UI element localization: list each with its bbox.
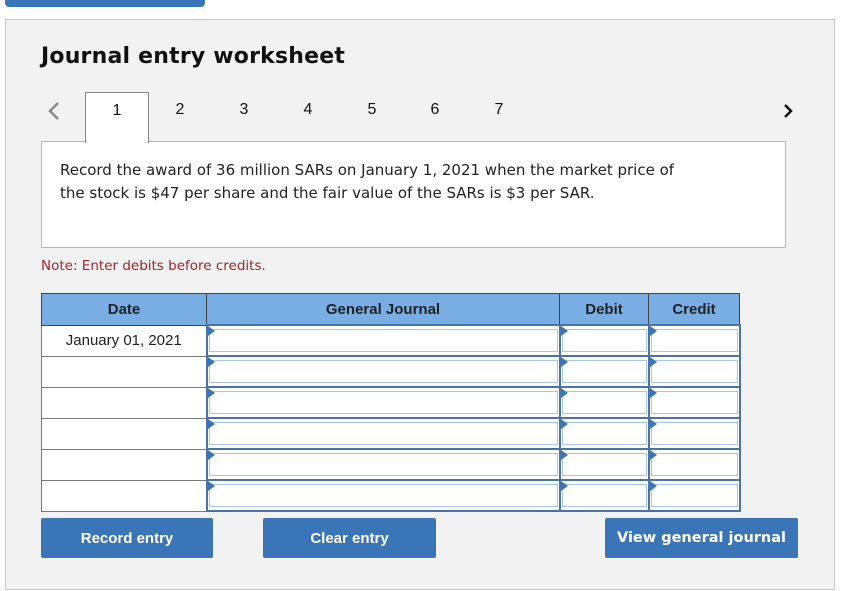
debit-input[interactable]	[561, 422, 647, 445]
account-cell	[205, 355, 561, 388]
credit-input[interactable]	[650, 329, 738, 352]
debit-input[interactable]	[561, 329, 647, 352]
tab-label: 5	[367, 101, 377, 118]
tab-label: 2	[175, 101, 185, 118]
clear-entry-button[interactable]: Clear entry	[263, 518, 436, 558]
journal-entry-table: Date General Journal Debit Credit Januar…	[41, 293, 741, 512]
table-row	[41, 355, 741, 388]
debit-cell	[558, 479, 650, 512]
tab-7[interactable]: 7	[468, 92, 530, 142]
question-prompt-box: Record the award of 36 million SARs on J…	[41, 141, 786, 248]
account-input[interactable]	[208, 422, 558, 445]
column-header-debit: Debit	[559, 293, 649, 326]
table-row	[41, 386, 741, 419]
tab-label: 7	[494, 101, 504, 118]
previous-step-button[interactable]	[44, 97, 64, 125]
table-row: January 01, 2021	[41, 324, 741, 357]
account-input[interactable]	[208, 391, 558, 414]
view-general-journal-button[interactable]: View general journal	[605, 518, 798, 558]
account-cell	[205, 324, 561, 357]
note-text: Note: Enter debits before credits.	[41, 258, 266, 274]
debit-cell	[558, 417, 650, 450]
tab-5[interactable]: 5	[341, 92, 403, 142]
tab-1[interactable]: 1	[85, 92, 149, 143]
account-cell	[205, 479, 561, 512]
debit-input[interactable]	[561, 484, 647, 507]
top-accent-bar	[5, 0, 205, 7]
tab-4[interactable]: 4	[277, 92, 339, 142]
account-cell	[205, 448, 561, 481]
credit-input[interactable]	[650, 360, 738, 383]
account-input[interactable]	[208, 484, 558, 507]
credit-cell	[647, 355, 741, 388]
date-cell: January 01, 2021	[41, 324, 207, 357]
chevron-left-icon	[48, 102, 59, 120]
credit-cell	[647, 479, 741, 512]
debit-input[interactable]	[561, 360, 647, 383]
debit-cell	[558, 355, 650, 388]
table-row	[41, 479, 741, 512]
debit-cell	[558, 448, 650, 481]
tab-label: 3	[239, 101, 249, 118]
account-input[interactable]	[208, 329, 558, 352]
date-cell	[41, 386, 207, 419]
tab-label: 1	[112, 102, 122, 119]
credit-input[interactable]	[650, 422, 738, 445]
debit-input[interactable]	[561, 391, 647, 414]
tab-3[interactable]: 3	[213, 92, 275, 142]
account-cell	[205, 417, 561, 450]
date-cell	[41, 479, 207, 512]
column-header-date: Date	[41, 293, 207, 326]
account-input[interactable]	[208, 453, 558, 476]
next-step-button[interactable]	[779, 97, 799, 125]
table-row	[41, 448, 741, 481]
question-prompt-text: Record the award of 36 million SARs on J…	[60, 161, 675, 202]
date-cell	[41, 355, 207, 388]
credit-cell	[647, 386, 741, 419]
tab-6[interactable]: 6	[404, 92, 466, 142]
column-header-general-journal: General Journal	[206, 293, 560, 326]
journal-entry-worksheet-panel: Journal entry worksheet 1 2 3 4 5 6 7 Re…	[5, 19, 835, 590]
credit-input[interactable]	[650, 453, 738, 476]
credit-input[interactable]	[650, 484, 738, 507]
credit-cell	[647, 417, 741, 450]
tab-label: 4	[303, 101, 313, 118]
debit-input[interactable]	[561, 453, 647, 476]
credit-cell	[647, 324, 741, 357]
table-row	[41, 417, 741, 450]
debit-cell	[558, 324, 650, 357]
credit-input[interactable]	[650, 391, 738, 414]
tab-label: 6	[430, 101, 440, 118]
date-cell	[41, 417, 207, 450]
table-header-row: Date General Journal Debit Credit	[41, 293, 740, 326]
worksheet-title: Journal entry worksheet	[41, 44, 346, 69]
column-header-credit: Credit	[648, 293, 740, 326]
date-cell	[41, 448, 207, 481]
account-input[interactable]	[208, 360, 558, 383]
chevron-right-icon	[784, 104, 793, 118]
tab-2[interactable]: 2	[149, 92, 211, 142]
credit-cell	[647, 448, 741, 481]
account-cell	[205, 386, 561, 419]
debit-cell	[558, 386, 650, 419]
record-entry-button[interactable]: Record entry	[41, 518, 213, 558]
